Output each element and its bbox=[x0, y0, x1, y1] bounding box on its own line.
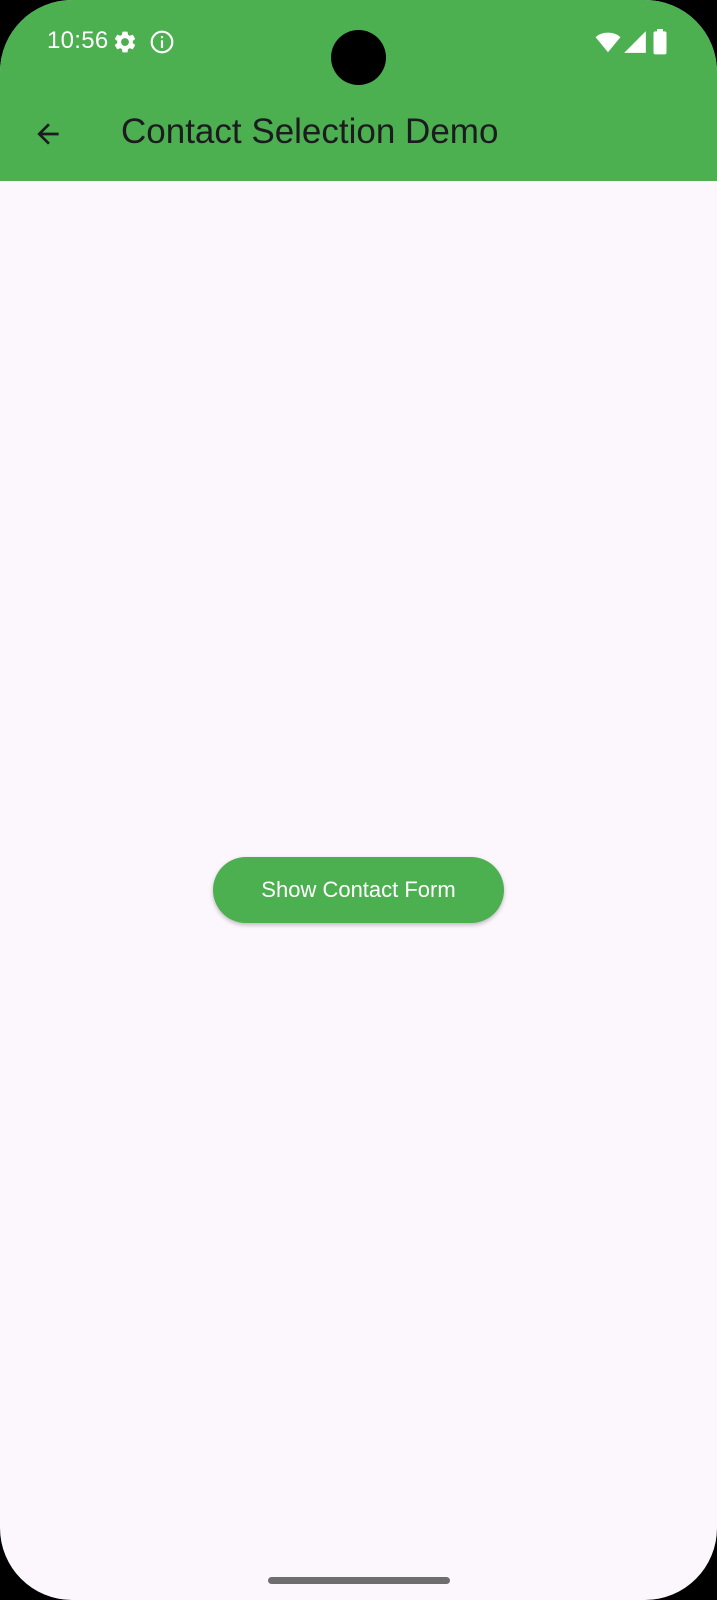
status-time: 10:56 bbox=[47, 27, 109, 54]
cellular-signal-icon bbox=[622, 29, 648, 55]
settings-icon bbox=[112, 29, 138, 55]
back-button[interactable] bbox=[24, 110, 72, 158]
status-bar: 10:56 bbox=[0, 0, 717, 86]
app-bar: 10:56 Contact Selection Demo bbox=[0, 0, 717, 181]
wifi-icon bbox=[595, 29, 621, 55]
arrow-back-icon bbox=[37, 123, 59, 145]
app-title: Contact Selection Demo bbox=[121, 112, 499, 151]
show-contact-form-button[interactable]: Show Contact Form bbox=[213, 857, 504, 923]
home-indicator[interactable] bbox=[268, 1577, 450, 1584]
front-camera-cutout bbox=[331, 30, 386, 85]
phone-screen: 10:56 Contact Selection Demo Show Contac… bbox=[0, 0, 717, 1600]
battery-icon bbox=[652, 29, 668, 55]
info-icon bbox=[149, 29, 175, 55]
